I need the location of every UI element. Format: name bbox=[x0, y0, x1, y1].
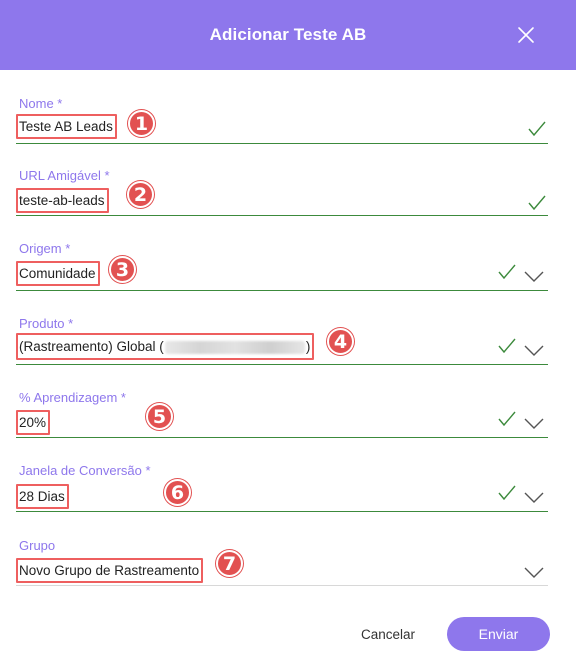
friendly-url-input[interactable]: teste-ab-leads bbox=[16, 188, 109, 213]
submit-button[interactable]: Enviar bbox=[447, 617, 550, 651]
check-icon bbox=[528, 195, 546, 211]
redacted-text bbox=[164, 340, 305, 354]
chevron-down-icon[interactable] bbox=[524, 271, 544, 283]
origin-select[interactable]: Comunidade bbox=[16, 261, 100, 286]
conversion-window-select[interactable]: 28 Dias bbox=[16, 484, 69, 509]
name-field[interactable]: Nome * Teste AB Leads 1 bbox=[16, 96, 548, 146]
group-select[interactable]: Novo Grupo de Rastreamento bbox=[16, 558, 204, 583]
group-field[interactable]: Grupo Novo Grupo de Rastreamento 7 bbox=[16, 538, 548, 588]
dialog-header: Adicionar Teste AB bbox=[0, 0, 576, 70]
annotation-badge: 4 bbox=[327, 328, 354, 355]
learning-field[interactable]: % Aprendizagem * 20% 5 bbox=[16, 390, 548, 442]
field-label: Grupo bbox=[19, 538, 56, 553]
dialog-title: Adicionar Teste AB bbox=[209, 25, 367, 44]
field-underline bbox=[16, 290, 548, 291]
check-icon bbox=[498, 264, 516, 280]
close-icon bbox=[518, 27, 534, 43]
chevron-down-icon[interactable] bbox=[524, 418, 544, 430]
field-underline bbox=[16, 215, 548, 216]
field-label: URL Amigável * bbox=[19, 168, 110, 183]
annotation-badge: 1 bbox=[128, 110, 155, 137]
product-field[interactable]: Produto * (Rastreamento) Global () 4 bbox=[16, 316, 548, 368]
conversion-window-field[interactable]: Janela de Conversão * 28 Dias 6 bbox=[16, 463, 548, 515]
field-underline bbox=[16, 511, 548, 512]
product-select[interactable]: (Rastreamento) Global () bbox=[16, 333, 315, 360]
field-label: Janela de Conversão * bbox=[19, 463, 151, 478]
chevron-down-icon[interactable] bbox=[524, 492, 544, 504]
annotation-badge: 5 bbox=[146, 403, 173, 430]
check-icon bbox=[528, 121, 546, 137]
annotation-badge: 6 bbox=[164, 479, 191, 506]
close-button[interactable] bbox=[516, 25, 536, 45]
field-underline bbox=[16, 437, 548, 438]
field-underline bbox=[16, 143, 548, 144]
check-icon bbox=[498, 338, 516, 354]
product-value-suffix: ) bbox=[305, 339, 311, 354]
chevron-down-icon[interactable] bbox=[524, 345, 544, 357]
name-input[interactable]: Teste AB Leads bbox=[16, 114, 117, 139]
chevron-down-icon[interactable] bbox=[524, 567, 544, 579]
friendly-url-field[interactable]: URL Amigável * teste-ab-leads 2 bbox=[16, 168, 548, 218]
field-underline bbox=[16, 364, 548, 365]
cancel-button[interactable]: Cancelar bbox=[346, 617, 430, 651]
learning-select[interactable]: 20% bbox=[16, 410, 51, 435]
check-icon bbox=[498, 411, 516, 427]
field-label: Produto * bbox=[19, 316, 74, 331]
annotation-badge: 3 bbox=[109, 256, 136, 283]
origin-field[interactable]: Origem * Comunidade 3 bbox=[16, 241, 548, 293]
field-label: % Aprendizagem * bbox=[19, 390, 126, 405]
annotation-badge: 7 bbox=[216, 550, 243, 577]
field-label: Origem * bbox=[19, 241, 71, 256]
field-label: Nome * bbox=[19, 96, 63, 111]
product-value-prefix: (Rastreamento) Global ( bbox=[19, 339, 164, 354]
annotation-badge: 2 bbox=[127, 181, 154, 208]
field-underline bbox=[16, 585, 548, 586]
check-icon bbox=[498, 485, 516, 501]
